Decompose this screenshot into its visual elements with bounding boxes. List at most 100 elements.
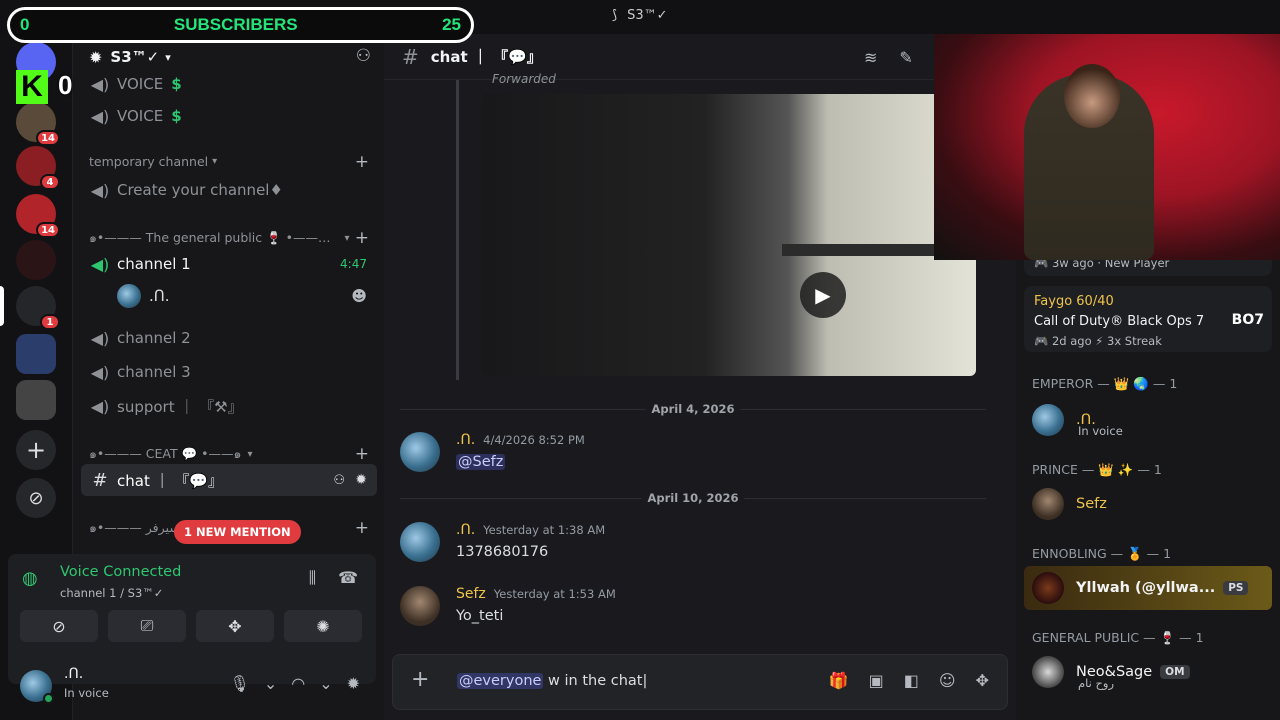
hash-icon: # (92, 469, 108, 491)
channel-1[interactable]: ◀) channel 1 4:47 (81, 248, 377, 280)
channel-support[interactable]: ◀) support ｜ 『⚒』 (81, 390, 377, 422)
add-channel-icon[interactable]: + (355, 444, 369, 464)
date-divider: April 4, 2026 (400, 402, 986, 416)
server-icon[interactable]: 4 (16, 146, 60, 190)
message-input[interactable]: @everyone w in the chat| (457, 673, 647, 689)
avatar (117, 284, 141, 308)
channel-voice[interactable]: ◀) VOICE $ (81, 68, 377, 100)
server-icon[interactable] (16, 240, 56, 280)
disconnect-icon[interactable]: ☎ (338, 568, 358, 588)
channel-chat[interactable]: # chat ｜ 『💬』 ⚇ ✹ (81, 464, 377, 496)
add-channel-icon[interactable]: + (355, 518, 369, 538)
gif-icon[interactable]: ▣ (869, 671, 884, 690)
chat-header: # chat ｜ 『💬』 ≋ ✎ (384, 34, 1016, 80)
message: .ᑎ. 4/4/2026 8:52 PM @Sefz (400, 432, 986, 480)
subscriber-goal-overlay: 0 SUBSCRIBERS 25 (7, 7, 474, 43)
speaker-icon: ◀) (90, 362, 110, 382)
avatar[interactable] (400, 522, 440, 562)
sticker-icon[interactable]: ◧ (904, 671, 919, 690)
category-temporary[interactable]: temporary channel ▾ + (89, 152, 379, 172)
category-ceat[interactable]: ๑•——— CEAT 💬 •——๑ ▾ + (89, 444, 379, 464)
play-icon[interactable]: ▶ (800, 272, 846, 318)
chevron-down-icon[interactable]: ⌄ (264, 674, 277, 693)
chevron-down-icon[interactable]: ⌄ (319, 674, 332, 693)
message: .ᑎ. Yesterday at 1:38 AM 1378680176 (400, 522, 986, 570)
discover-icon[interactable]: ⊘ (16, 478, 56, 518)
channel-3[interactable]: ◀) channel 3 (81, 356, 377, 388)
chevron-down-icon: ▾ (344, 232, 350, 244)
chevron-down-icon: ▾ (247, 448, 253, 460)
server-icon: ⟆ (612, 8, 618, 23)
camera-off-icon: ⊘ (52, 616, 66, 636)
online-status-dot (43, 693, 54, 704)
forwarded-video[interactable]: ▶ (482, 94, 976, 376)
attach-plus-icon[interactable]: + (411, 667, 429, 692)
share-screen-button[interactable]: ⎚ (108, 610, 186, 642)
avatar[interactable] (20, 670, 54, 704)
microphone-icon[interactable]: 🎙 (230, 674, 250, 693)
avatar[interactable] (400, 586, 440, 626)
chat-area: # chat ｜ 『💬』 ≋ ✎ Forwarded ▶ April 4, 20… (384, 34, 1016, 720)
channel-create[interactable]: ◀) Create your channel♦ (81, 174, 377, 206)
kick-logo-icon: K (16, 70, 48, 104)
camera-off-button[interactable]: ⊘ (20, 610, 98, 642)
add-channel-icon[interactable]: + (355, 152, 369, 172)
chevron-down-icon: ▾ (165, 50, 171, 64)
speaker-icon: ◀) (90, 328, 110, 348)
notifications-off-icon[interactable]: ✎ (899, 48, 912, 67)
gift-icon[interactable]: 🎁 (829, 671, 849, 690)
signal-icon[interactable]: ◍ (22, 568, 48, 594)
screen-share-icon: ⎚ (140, 616, 154, 635)
channel-voice[interactable]: ◀) VOICE $ (81, 100, 377, 132)
app-root: ⇐ ⇒ ⟆ S3™✓ 0 SUBSCRIBERS 25 K 0 14 4 14 … (0, 0, 1280, 720)
headphones-icon[interactable]: ◠ (291, 674, 305, 693)
subscriber-count-right: 25 (442, 15, 461, 34)
activities-button[interactable]: ✥ (196, 610, 274, 642)
avatar (1032, 572, 1064, 604)
forward-line (456, 80, 459, 380)
message: Sefz Yesterday at 1:53 AM Yo_teti (400, 586, 986, 634)
avatar (1032, 656, 1064, 688)
speaker-active-icon: ◀) (90, 254, 110, 274)
avatar (1032, 488, 1064, 520)
server-icon[interactable] (16, 334, 56, 374)
server-icon[interactable] (16, 380, 56, 420)
member-item[interactable]: Sefz (1024, 482, 1272, 526)
soundboard-button[interactable]: ✺ (284, 610, 362, 642)
voice-user[interactable]: .ᑎ. ☻ (81, 280, 377, 312)
apps-icon[interactable]: ✥ (976, 671, 989, 690)
soundboard-icon: ✺ (316, 616, 330, 636)
category-general-public[interactable]: ๑•——— The general public 🍷 •——… ▾ + (89, 228, 379, 248)
speaker-icon: ◀) (90, 180, 110, 200)
add-member-icon[interactable]: ⚇ (356, 46, 371, 66)
avatar (1032, 404, 1064, 436)
add-server-icon[interactable]: + (16, 430, 56, 470)
message-composer[interactable]: + @everyone w in the chat| 🎁 ▣ ◧ ☺ ✥ (392, 654, 1008, 710)
server-name: S3™✓ (110, 48, 160, 66)
threads-icon[interactable]: ≋ (864, 48, 877, 67)
server-icon[interactable]: 14 (16, 102, 60, 146)
add-member-icon[interactable]: ⚇ (333, 473, 345, 488)
hash-icon: # (402, 44, 419, 69)
streamer-head (1064, 64, 1120, 128)
add-channel-icon[interactable]: + (355, 228, 369, 248)
controller-icon: 🎮 (1034, 334, 1049, 348)
speaker-icon: ◀) (90, 106, 110, 126)
gear-icon: ✹ (89, 47, 103, 67)
new-mention-pill[interactable]: 1 NEW MENTION (174, 520, 301, 544)
channel-2[interactable]: ◀) channel 2 (81, 322, 377, 354)
subscriber-label: SUBSCRIBERS (173, 15, 298, 34)
activity-card[interactable]: Faygo 60/40 Call of Duty® Black Ops 7 🎮 … (1024, 286, 1272, 352)
server-icon-active[interactable]: 1 (16, 286, 60, 330)
gear-icon[interactable]: ✹ (355, 472, 367, 488)
avatar[interactable] (400, 432, 440, 472)
member-item[interactable]: Yllwah (@yllwa... PS (1024, 566, 1272, 610)
member-item[interactable]: Neo&Sage OM روح نام (1024, 650, 1272, 694)
emoji-icon[interactable]: ☺ (939, 671, 956, 690)
activities-icon: ✥ (228, 616, 242, 636)
server-icon[interactable]: 14 (16, 194, 60, 238)
emoji-icon: ☻ (351, 287, 367, 305)
soundboard-icon[interactable]: ⫼ (309, 568, 316, 588)
gear-icon[interactable]: ✹ (347, 674, 360, 693)
member-item[interactable]: .ᑎ. In voice (1024, 398, 1272, 442)
